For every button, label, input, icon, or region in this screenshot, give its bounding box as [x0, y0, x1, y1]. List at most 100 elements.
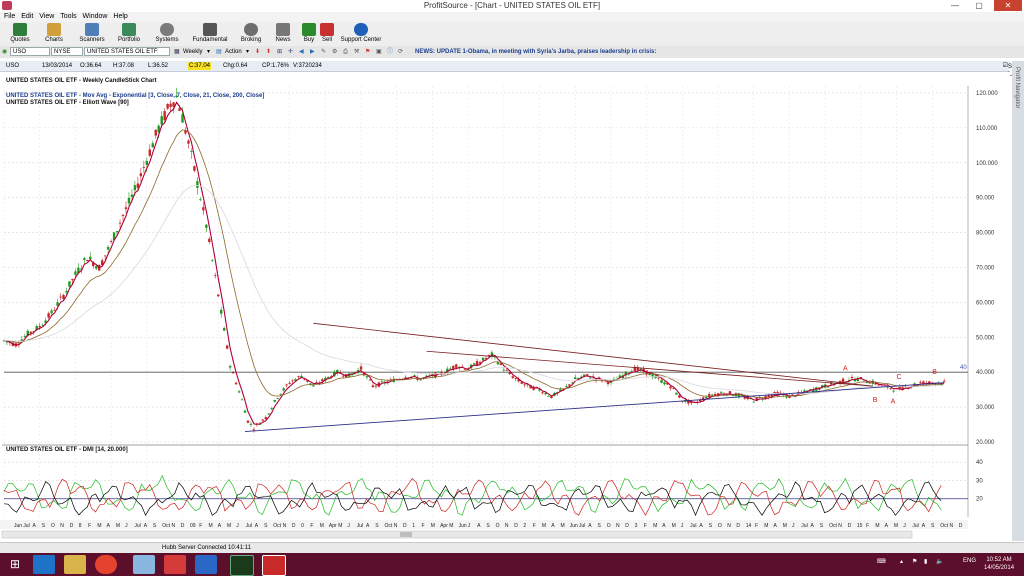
- crosshair-icon[interactable]: ✛: [288, 47, 293, 57]
- candle-body: [74, 271, 77, 275]
- show-last-checkbox[interactable]: ☑ Show Last: [1003, 62, 1023, 78]
- candle-body: [547, 395, 550, 397]
- profitsource-taskbar-icon[interactable]: [262, 555, 286, 576]
- scanners-button[interactable]: Scanners: [72, 23, 112, 43]
- candle-body: [237, 391, 241, 393]
- clock-date: 14/05/2014: [984, 565, 1015, 571]
- ema-indicator-title: UNITED STATES OIL ETF - Mov Avg - Expone…: [6, 93, 264, 99]
- language-indicator[interactable]: ENG: [963, 558, 976, 564]
- support-center-button[interactable]: Support Center: [339, 23, 383, 43]
- dmi-tick-label: 30: [976, 478, 983, 484]
- candle-body: [368, 379, 372, 381]
- layout-icon[interactable]: ▣: [376, 47, 382, 57]
- candle-body: [145, 160, 149, 165]
- time-axis-label: D: [292, 523, 296, 529]
- action-menu[interactable]: Action: [225, 47, 242, 57]
- menu-help[interactable]: Help: [113, 12, 127, 22]
- arrow-down-icon[interactable]: ⬇: [255, 47, 260, 57]
- file-explorer-icon[interactable]: [64, 555, 86, 574]
- menu-tools[interactable]: Tools: [60, 12, 76, 22]
- candle-body: [505, 369, 509, 371]
- charts-button[interactable]: Charts: [34, 23, 74, 43]
- fundamental-button[interactable]: Fundamental: [190, 23, 230, 43]
- settings-icon[interactable]: ⚙: [332, 47, 337, 57]
- minimize-button[interactable]: —: [944, 0, 966, 11]
- flag-icon[interactable]: ⚑: [912, 558, 917, 565]
- maximize-button[interactable]: ▢: [968, 0, 990, 11]
- arrow-up-icon[interactable]: ⬆: [266, 47, 271, 57]
- profit-navigator-tab[interactable]: Profit Navigator: [1012, 61, 1024, 541]
- scroll-right-icon[interactable]: ▶: [310, 47, 315, 57]
- time-axis-label: N: [838, 523, 842, 529]
- symbol-input[interactable]: USO: [10, 47, 50, 56]
- candle-body: [452, 365, 455, 369]
- price-tick-label: 30.000: [976, 405, 995, 411]
- candle-body: [50, 310, 53, 314]
- systems-button[interactable]: Systems: [147, 23, 187, 43]
- close-button[interactable]: ✕: [994, 0, 1022, 11]
- start-windows-icon[interactable]: ⊞: [4, 555, 26, 574]
- action-dropdown-icon[interactable]: ▾: [246, 47, 249, 57]
- menu-view[interactable]: View: [39, 12, 54, 22]
- volume-icon[interactable]: 🔈: [936, 558, 943, 565]
- candle-body: [850, 376, 854, 379]
- print-icon[interactable]: ⎙: [343, 47, 348, 57]
- candle-body: [892, 390, 895, 392]
- candle-body: [160, 116, 163, 125]
- time-axis-label: D: [848, 523, 852, 529]
- clock-time: 10:52 AM: [986, 557, 1012, 563]
- period-select[interactable]: Weekly: [183, 47, 203, 57]
- trading-app-icon[interactable]: [230, 555, 254, 576]
- news-icon: [276, 23, 290, 36]
- network-icon[interactable]: ▮: [924, 558, 927, 565]
- candle-body: [767, 395, 770, 398]
- internet-explorer-icon[interactable]: [33, 555, 55, 574]
- time-axis-label: 0: [301, 523, 304, 529]
- tray-arrow-icon[interactable]: ▴: [900, 558, 903, 565]
- quote-open: O:36.64: [80, 63, 102, 69]
- profit-navigator-label: Profit Navigator: [1014, 67, 1020, 109]
- draw-icon[interactable]: ✎: [321, 47, 326, 57]
- menu-edit[interactable]: Edit: [21, 12, 33, 22]
- menu-window[interactable]: Window: [83, 12, 108, 22]
- time-axis-label: 1: [412, 523, 415, 529]
- chrome-icon[interactable]: [95, 555, 117, 574]
- keyboard-icon[interactable]: ⌨: [877, 558, 886, 565]
- menu-file[interactable]: File: [4, 12, 15, 22]
- candle-body: [243, 410, 247, 413]
- media-icon[interactable]: [195, 555, 217, 574]
- exchange-select[interactable]: NYSE: [51, 47, 83, 56]
- refresh-icon[interactable]: ⟳: [398, 47, 403, 57]
- time-axis-label: D: [736, 523, 740, 529]
- portfolio-button[interactable]: Portfolio: [109, 23, 149, 43]
- candle-body: [109, 241, 113, 242]
- security-name-field[interactable]: UNITED STATES OIL ETF: [84, 47, 170, 56]
- period-dropdown-icon[interactable]: ▾: [207, 47, 210, 57]
- price-tick-label: 120.000: [976, 91, 998, 97]
- price-chart[interactable]: 120.000110.000100.00090.00080.00070.0006…: [0, 72, 1010, 542]
- time-axis-label: N: [727, 523, 731, 529]
- candle-body: [731, 395, 735, 397]
- quote-close: C:37.04: [188, 62, 212, 70]
- candle-body: [217, 294, 220, 297]
- time-axis-label: M: [97, 523, 101, 529]
- news-ticker[interactable]: NEWS: UPDATE 1-Obama, in meeting with Sy…: [415, 47, 656, 57]
- info-icon[interactable]: ⓘ: [387, 47, 393, 57]
- chart-title: UNITED STATES OIL ETF - Weekly CandleSti…: [6, 78, 157, 84]
- symbol-go-icon[interactable]: ◉: [2, 47, 7, 57]
- candle-body: [246, 420, 250, 423]
- system-clock[interactable]: 10:52 AM 14/05/2014: [984, 556, 1014, 572]
- time-axis-label: O: [607, 523, 611, 529]
- paint-icon[interactable]: [164, 555, 186, 574]
- calculator-icon[interactable]: [133, 555, 155, 574]
- time-axis-label: 8: [79, 523, 82, 529]
- time-axis-label: M: [116, 523, 120, 529]
- alert-icon[interactable]: ⚑: [365, 47, 370, 57]
- tools-icon[interactable]: ⚒: [354, 47, 359, 57]
- elliott-wave-label: B: [873, 397, 878, 404]
- candle-body: [211, 259, 214, 261]
- scroll-left-icon[interactable]: ◀: [299, 47, 304, 57]
- zoom-icon[interactable]: ⊞: [277, 47, 282, 57]
- candle-body: [419, 379, 422, 381]
- time-axis-label: 15: [857, 523, 863, 529]
